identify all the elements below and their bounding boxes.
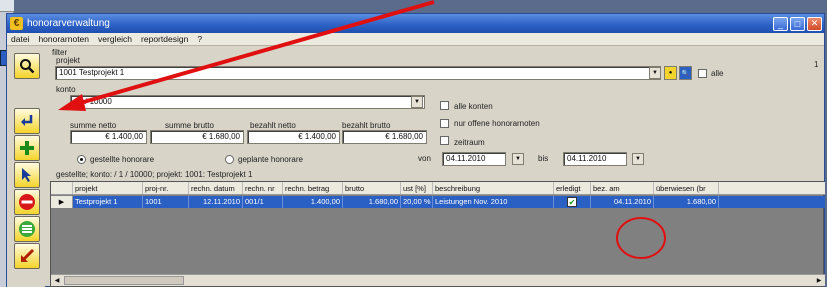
col-rechn-nr[interactable]: rechn. nr <box>243 182 283 194</box>
col-proj-nr[interactable]: proj-nr. <box>143 182 189 194</box>
cell-projekt[interactable]: Testprojekt 1 <box>73 196 143 208</box>
bezahlt-netto-label: bezahlt netto <box>250 121 296 130</box>
col-ust[interactable]: ust [%] <box>401 182 433 194</box>
status-line: gestellte; konto: / 1 / 10000; projekt: … <box>56 170 253 179</box>
cell-ust[interactable]: 20,00 % <box>401 196 433 208</box>
horizontal-scrollbar[interactable]: ◀ ▶ <box>51 274 825 286</box>
window-title: honorarverwaltung <box>27 18 110 29</box>
projekt-search-icon[interactable]: 🔍 <box>679 66 692 80</box>
menu-datei[interactable]: datei <box>11 34 29 44</box>
radio-gestellte-honorare[interactable] <box>77 155 86 164</box>
list-button[interactable] <box>14 216 40 242</box>
col-rechn-datum[interactable]: rechn. datum <box>189 182 243 194</box>
add-button[interactable] <box>14 135 40 161</box>
add-icon <box>20 141 34 155</box>
scroll-left-icon[interactable]: ◀ <box>51 275 63 286</box>
projekt-dropdown-arrow[interactable]: ▼ <box>649 67 661 79</box>
scroll-right-icon[interactable]: ▶ <box>813 275 825 286</box>
bis-date-dropdown[interactable]: ▼ <box>632 153 644 165</box>
projekt-label: projekt <box>56 56 81 65</box>
row-indicator-icon: ▶ <box>51 196 73 208</box>
grid-header: projekt proj-nr. rechn. datum rechn. nr … <box>51 182 825 195</box>
cell-rechn-datum[interactable]: 12.11.2010 <box>189 196 243 208</box>
close-button[interactable]: ✕ <box>807 16 822 31</box>
main-window: € honorarverwaltung _ □ ✕ datei honorarn… <box>6 13 825 287</box>
list-icon <box>19 221 35 237</box>
cell-rechn-nr[interactable]: 001/1 <box>243 196 283 208</box>
cell-rechn-betrag[interactable]: 1.400,00 <box>283 196 343 208</box>
projekt-combo[interactable]: 1001 Testprojekt 1 <box>55 66 661 80</box>
alle-konten-checkbox[interactable] <box>440 101 449 110</box>
col-brutto[interactable]: brutto <box>343 182 401 194</box>
search-icon <box>20 59 35 74</box>
pointer-icon <box>22 168 31 182</box>
menu-vergleich[interactable]: vergleich <box>98 34 132 44</box>
menu-help[interactable]: ? <box>197 34 202 44</box>
summe-brutto-label: summe brutto <box>165 121 214 130</box>
edit-button[interactable] <box>14 243 40 269</box>
zeitraum-label: zeitraum <box>454 138 485 147</box>
table-row[interactable]: ▶ Testprojekt 1 1001 12.11.2010 001/1 1.… <box>51 196 825 208</box>
menu-bar: datei honorarnoten vergleich reportdesig… <box>7 33 824 46</box>
alle-label: alle <box>711 69 724 78</box>
honorar-grid: projekt proj-nr. rechn. datum rechn. nr … <box>50 181 825 287</box>
delete-button[interactable] <box>14 189 40 215</box>
col-erledigt[interactable]: erledigt <box>554 182 591 194</box>
konto-dropdown-arrow[interactable]: ▼ <box>411 96 423 108</box>
erledigt-checkbox[interactable]: ✔ <box>567 197 577 207</box>
nur-offene-checkbox[interactable] <box>440 119 449 128</box>
geplante-honorare-label: geplante honorare <box>238 155 303 164</box>
zeitraum-checkbox[interactable] <box>440 136 449 145</box>
content-area: filter 1 projekt 1001 Testprojekt 1 ▼ ● … <box>50 47 825 287</box>
radio-geplante-honorare[interactable] <box>225 155 234 164</box>
von-date-field[interactable]: 04.11.2010 <box>442 152 506 166</box>
nur-offene-label: nur offene honorarnoten <box>454 119 540 128</box>
cell-brutto[interactable]: 1.680,00 <box>343 196 401 208</box>
summe-netto-label: summe netto <box>70 121 117 130</box>
minimize-button[interactable]: _ <box>773 16 788 31</box>
cell-ueberwiesen[interactable]: 1.680,00 <box>654 196 719 208</box>
von-label: von <box>418 154 431 163</box>
app-icon: € <box>10 17 23 30</box>
konto-label: konto <box>56 85 76 94</box>
maximize-button[interactable]: □ <box>790 16 805 31</box>
gestellte-honorare-label: gestellte honorare <box>90 155 155 164</box>
col-ueberwiesen[interactable]: überwiesen (br <box>654 182 719 194</box>
alle-konten-label: alle konten <box>454 102 493 111</box>
col-rechn-betrag[interactable]: rechn. betrag <box>283 182 343 194</box>
title-bar[interactable]: € honorarverwaltung _ □ ✕ <box>7 14 824 33</box>
menu-honorarnoten[interactable]: honorarnoten <box>38 34 89 44</box>
projekt-add-button[interactable]: ● <box>664 66 677 80</box>
alle-checkbox[interactable] <box>698 69 707 78</box>
bezahlt-brutto-label: bezahlt brutto <box>342 121 391 130</box>
bezahlt-netto-field[interactable]: € 1.400,00 <box>247 130 340 144</box>
bis-label: bis <box>538 154 549 163</box>
cell-bez-am[interactable]: 04.11.2010 <box>591 196 654 208</box>
col-bez-am[interactable]: bez. am <box>591 182 654 194</box>
cell-proj-nr[interactable]: 1001 <box>143 196 189 208</box>
col-beschreibung[interactable]: beschreibung <box>433 182 554 194</box>
edit-icon <box>21 248 35 262</box>
background-window-top <box>0 0 14 12</box>
enter-button[interactable] <box>14 108 40 134</box>
select-button[interactable] <box>14 162 40 188</box>
col-projekt[interactable]: projekt <box>73 182 143 194</box>
bezahlt-brutto-field[interactable]: € 1.680,00 <box>342 130 427 144</box>
menu-reportdesign[interactable]: reportdesign <box>141 34 188 44</box>
cell-beschreibung[interactable]: Leistungen Nov. 2010 <box>433 196 554 208</box>
summe-brutto-field[interactable]: € 1.680,00 <box>150 130 244 144</box>
screenshot-stage: € honorarverwaltung _ □ ✕ datei honorarn… <box>0 0 827 287</box>
delete-icon <box>19 194 35 210</box>
left-toolbar <box>7 47 45 287</box>
enter-icon <box>21 115 33 126</box>
konto-combo[interactable]: / 1 / 10000 <box>70 95 425 109</box>
page-number: 1 <box>814 60 819 69</box>
summe-netto-field[interactable]: € 1.400,00 <box>70 130 147 144</box>
grid-corner <box>51 182 73 194</box>
von-date-dropdown[interactable]: ▼ <box>512 153 524 165</box>
cell-erledigt[interactable]: ✔ <box>554 196 591 208</box>
scroll-thumb[interactable] <box>64 276 184 285</box>
search-button[interactable] <box>14 53 40 79</box>
bis-date-field[interactable]: 04.11.2010 <box>563 152 627 166</box>
